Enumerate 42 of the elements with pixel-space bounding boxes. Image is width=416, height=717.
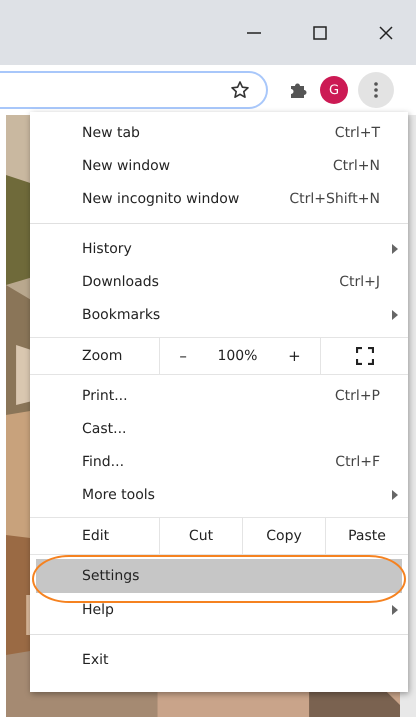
fullscreen-icon[interactable] bbox=[356, 347, 374, 365]
menu-item[interactable]: Find... Ctrl+F bbox=[30, 445, 408, 478]
menu-item-label: More tools bbox=[82, 486, 156, 502]
shortcut: Ctrl+P bbox=[334, 388, 380, 404]
zoom-level: 100% bbox=[217, 348, 258, 364]
star-icon[interactable] bbox=[230, 80, 250, 100]
menu-item[interactable]: Cast... bbox=[30, 412, 408, 445]
maximize-icon[interactable] bbox=[312, 24, 328, 40]
menu-item[interactable]: Print... Ctrl+P bbox=[30, 379, 408, 412]
menu-item-label: History bbox=[82, 240, 133, 256]
menu-item-label: Downloads bbox=[82, 274, 160, 290]
menu-item-label: Print... bbox=[82, 388, 129, 404]
menu-item-label: Find... bbox=[82, 454, 126, 470]
menu-item-label: Bookmarks bbox=[82, 306, 162, 322]
menu-item[interactable]: Downloads Ctrl+J bbox=[30, 265, 408, 298]
menu-item[interactable]: Exit bbox=[30, 643, 408, 676]
close-icon[interactable] bbox=[378, 24, 394, 40]
menu-item[interactable]: Settings bbox=[36, 559, 402, 593]
menu-item-label: Help bbox=[82, 602, 115, 618]
menu-item-label: New tab bbox=[82, 124, 141, 140]
address-field[interactable] bbox=[0, 71, 268, 109]
menu-item-label: Settings bbox=[82, 568, 140, 584]
menu-item[interactable]: New tab Ctrl+T bbox=[30, 116, 408, 149]
menu-row-label: Zoom bbox=[30, 338, 160, 374]
avatar[interactable]: G bbox=[320, 76, 348, 104]
menu-item-label: New incognito window bbox=[82, 190, 240, 206]
shortcut: Ctrl+N bbox=[332, 158, 380, 174]
menu-item-label: New window bbox=[82, 158, 172, 174]
menu-item-label: Exit bbox=[82, 652, 110, 668]
menu-item[interactable]: History bbox=[30, 232, 408, 265]
menu-item[interactable]: Help bbox=[30, 593, 408, 626]
menu-item[interactable]: New window Ctrl+N bbox=[30, 149, 408, 182]
menu-item-label: Cast... bbox=[82, 420, 128, 436]
menu-item[interactable]: New incognito window Ctrl+Shift+N bbox=[30, 182, 408, 215]
shortcut: Ctrl+Shift+N bbox=[289, 190, 380, 206]
shortcut: Ctrl+T bbox=[334, 124, 380, 140]
shortcut: Ctrl+J bbox=[339, 274, 380, 290]
menu-row-label: Edit bbox=[30, 518, 160, 554]
menu-icon[interactable] bbox=[358, 72, 394, 108]
shortcut: Ctrl+F bbox=[335, 454, 380, 470]
menu-item[interactable]: Bookmarks bbox=[30, 298, 408, 331]
menu-item[interactable]: More tools bbox=[30, 478, 408, 511]
